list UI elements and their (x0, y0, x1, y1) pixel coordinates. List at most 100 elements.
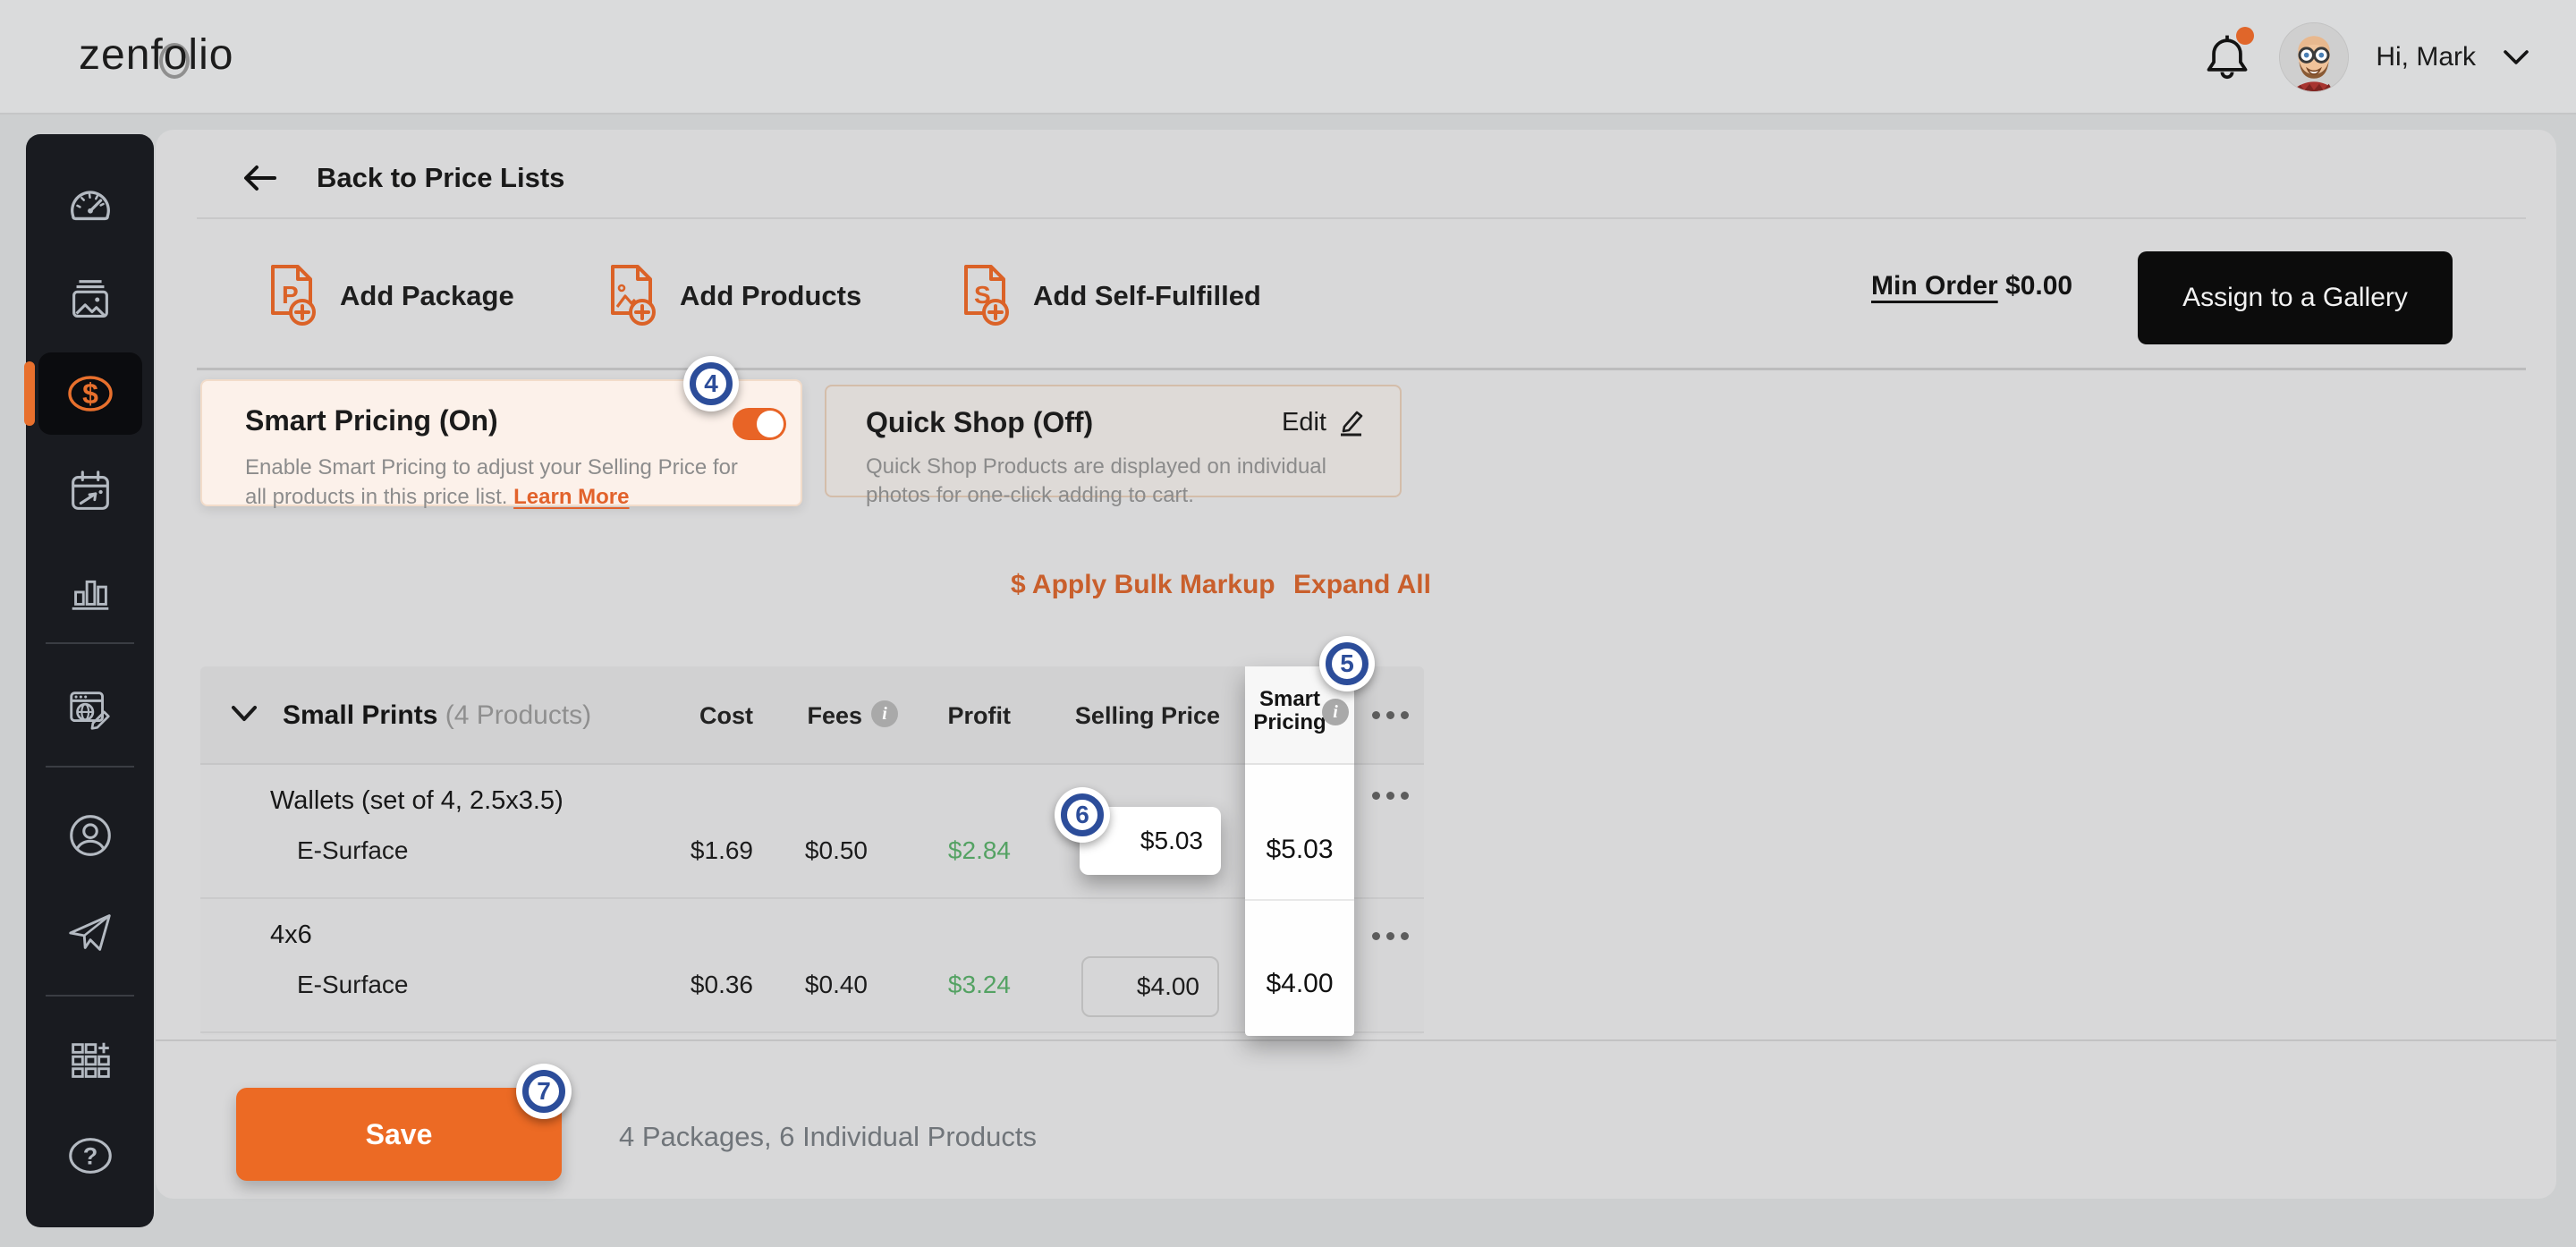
profit-value: $2.84 (947, 836, 1011, 864)
step-badge-4: 4 (683, 356, 739, 411)
group-count: (4 Products) (445, 700, 592, 730)
row-menu-button[interactable] (1372, 792, 1409, 800)
sidebar-divider (46, 995, 134, 997)
calendar-icon (71, 471, 109, 510)
back-to-price-lists[interactable]: Back to Price Lists (242, 162, 564, 194)
min-order[interactable]: Min Order $0.00 (1871, 271, 2072, 301)
smart-pricing-toggle[interactable] (733, 408, 786, 440)
toggle-knob (757, 411, 784, 437)
profit-value: $3.24 (947, 971, 1011, 998)
avatar[interactable] (2279, 22, 2350, 92)
smart-pricing-value: $5.03 (1266, 835, 1334, 864)
sidebar-item-help[interactable]: ? (26, 1127, 154, 1184)
column-header-profit: Profit (947, 702, 1012, 729)
sidebar-divider (46, 766, 134, 768)
bar-chart-icon (72, 580, 108, 610)
sidebar-item-marketing[interactable] (26, 903, 154, 961)
back-label: Back to Price Lists (317, 162, 565, 193)
apply-bulk-markup-link[interactable]: $ Apply Bulk Markup (1011, 570, 1275, 600)
sidebar-item-galleries[interactable] (26, 272, 154, 329)
products-table: Small Prints (4 Products) Cost Fees i Pr… (200, 666, 1424, 1036)
table-group-header: Small Prints (4 Products) Cost Fees i Pr… (200, 666, 1424, 765)
min-order-label: Min Order (1871, 271, 1998, 301)
add-self-fulfilled-button[interactable]: S Add Self-Fulfilled (963, 264, 1261, 328)
expand-all-link[interactable]: Expand All (1293, 570, 1431, 600)
smart-pricing-value: $4.00 (1266, 969, 1334, 998)
web-editor-icon (69, 691, 110, 730)
smart-pricing-title: Smart Pricing (On) (245, 404, 498, 437)
save-button[interactable]: Save (236, 1088, 562, 1181)
group-name: Small Prints (283, 700, 438, 730)
product-name: Wallets (set of 4, 2.5x3.5) (270, 786, 564, 815)
variant-name: E-Surface (297, 836, 409, 864)
learn-more-link[interactable]: Learn More (513, 485, 629, 509)
dollar-icon: $ (68, 376, 113, 411)
edit-pencil-icon (1341, 411, 1363, 436)
quick-shop-description: Quick Shop Products are displayed on ind… (866, 454, 1326, 507)
divider (156, 1039, 2556, 1041)
quick-shop-title: Quick Shop (Off) (866, 406, 1094, 438)
collapse-chevron-icon[interactable] (231, 704, 258, 724)
notifications-button[interactable] (2202, 27, 2255, 84)
assign-to-gallery-button[interactable]: Assign to a Gallery (2138, 251, 2453, 344)
divider (1245, 899, 1354, 901)
smart-pricing-column-title: Smart Pricing (1253, 687, 1326, 735)
sidebar-divider (46, 642, 134, 644)
sidebar-item-website[interactable] (26, 682, 154, 739)
add-self-fulfilled-icon: S (964, 265, 1009, 326)
paper-plane-icon (68, 914, 111, 951)
add-package-button[interactable]: P Add Package (270, 264, 514, 328)
active-indicator (24, 361, 35, 426)
variant-name: E-Surface (297, 971, 409, 998)
svg-text:?: ? (82, 1143, 97, 1170)
edit-label: Edit (1282, 408, 1326, 437)
column-header-fees: Fees (807, 702, 862, 729)
step-badge-5: 5 (1319, 636, 1375, 691)
smart-pricing-column: Smart Pricing i $5.03 $4.00 (1245, 666, 1354, 1036)
add-package-label: Add Package (340, 280, 514, 311)
zenfolio-logo[interactable]: zenfolio (79, 30, 233, 80)
group-menu-button[interactable] (1372, 711, 1409, 719)
quick-shop-card: Quick Shop (Off) Edit Quick Shop Product… (825, 385, 1402, 507)
user-greeting: Hi, Mark (2376, 42, 2476, 72)
add-products-button[interactable]: Add Products (610, 264, 861, 328)
sidebar-item-selling-active[interactable]: $ (24, 352, 142, 435)
smart-pricing-description-text: Enable Smart Pricing to adjust your Sell… (245, 455, 738, 510)
sidebar-item-apps[interactable] (26, 1033, 154, 1090)
photos-icon (72, 280, 108, 318)
svg-text:$: $ (82, 377, 98, 410)
sidebar-nav: $ ? (24, 134, 154, 1227)
step-badge-7: 7 (516, 1064, 572, 1119)
grid-plus-icon (71, 1042, 110, 1078)
column-header-selling-price: Selling Price (1074, 702, 1220, 729)
quick-shop-edit-button[interactable]: Edit (1282, 408, 1364, 437)
table-row: Wallets (set of 4, 2.5x3.5) E-Surface $1… (200, 765, 1424, 899)
sidebar-item-dashboard[interactable] (26, 175, 154, 233)
speedometer-icon (70, 191, 110, 221)
question-icon: ? (68, 1138, 112, 1174)
price-list-summary: 4 Packages, 6 Individual Products (619, 1121, 1037, 1152)
add-products-icon (611, 265, 656, 326)
selling-price-input[interactable]: $4.00 (1081, 956, 1219, 1017)
min-order-value: $0.00 (2005, 271, 2073, 301)
sidebar-item-statistics[interactable] (26, 562, 154, 619)
divider (197, 217, 2526, 219)
add-package-icon: P (271, 265, 316, 326)
product-name: 4x6 (270, 920, 312, 949)
step-badge-6: 6 (1055, 787, 1110, 843)
chevron-down-icon[interactable] (2503, 48, 2529, 66)
add-products-label: Add Products (680, 280, 862, 311)
divider (197, 368, 2526, 370)
add-self-fulfilled-label: Add Self-Fulfilled (1033, 280, 1261, 311)
fees-value: $0.50 (804, 836, 868, 864)
table-row: 4x6 E-Surface $0.36 $0.40 $3.24 $4.00 (200, 899, 1424, 1033)
back-arrow-icon (244, 165, 276, 191)
row-menu-button[interactable] (1372, 932, 1409, 940)
top-header-bar: zenfolio Hi, Mark (0, 0, 2576, 115)
smart-pricing-info-icon[interactable]: i (1322, 699, 1349, 725)
sidebar-item-bookings[interactable] (26, 463, 154, 521)
sidebar-item-account[interactable] (26, 807, 154, 864)
person-icon (69, 815, 111, 856)
fees-value: $0.40 (804, 971, 868, 998)
smart-pricing-description: Enable Smart Pricing to adjust your Sell… (245, 453, 759, 512)
